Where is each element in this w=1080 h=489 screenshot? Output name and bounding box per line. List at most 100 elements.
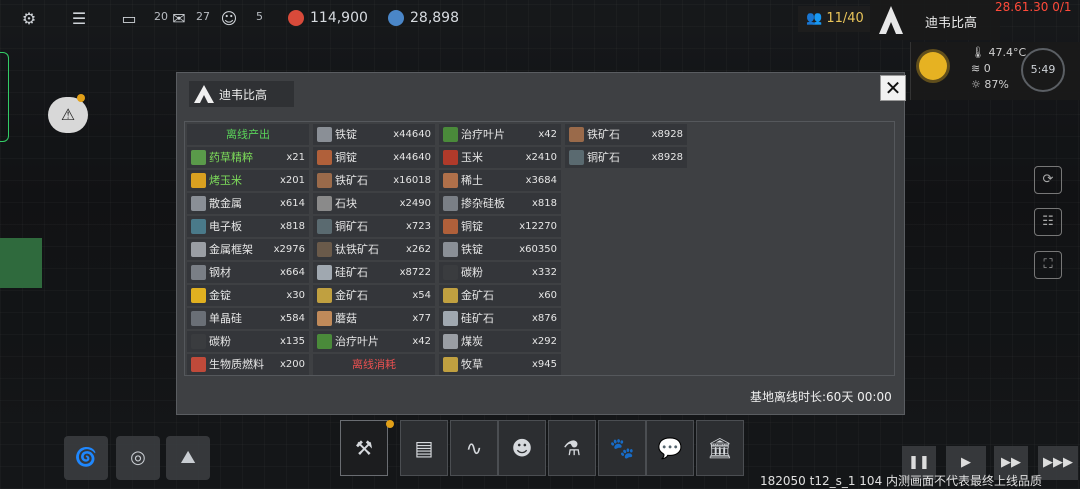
dialog-title: 迪韦比高 [219,88,268,102]
offline-duration: 基地离线时长:60天 00:00 [750,390,892,404]
bank-icon[interactable]: 🏛 [696,420,744,476]
item-row: 铁锭 x60350 [439,239,561,260]
item-row: 掺杂硅板 x818 [439,193,561,214]
item-name: 硅矿石 [335,266,368,279]
item-count: x16018 [393,175,431,186]
item-row: 散金属 x614 [187,193,309,214]
scrap-metal-icon [191,196,206,211]
warning-icon[interactable]: ⚠ [48,97,88,133]
chat-icon[interactable]: ☰ [68,8,90,30]
carbon-powder-icon [191,334,206,349]
person-icon[interactable]: ☺ [218,8,240,30]
roasted-corn-icon [191,173,206,188]
base-logo-icon [194,85,214,103]
offline-items-grid: 离线产出 药草精粹 x21 烤玉米 x201 散金属 x614 电子板 x818 金属框架 x297… [184,121,895,376]
blueprint-icon[interactable]: ▤ [400,420,448,476]
item-name: 铁矿石 [335,174,368,187]
item-count: x42 [538,129,557,140]
item-row: 硅矿石 x876 [439,308,561,329]
item-count: x2410 [525,152,557,163]
speech-icon[interactable]: 💬 [646,420,694,476]
close-button[interactable]: ✕ [880,75,906,101]
item-row: 铁矿石 x8928 [565,124,687,145]
message-icon[interactable]: ▭ [118,8,140,30]
item-row: 铜锭 x44640 [313,147,435,168]
item-row: 治疗叶片 x42 [313,331,435,352]
target-icon[interactable]: ◎ [116,436,160,480]
audio-wave-icon[interactable]: ∿ [450,420,498,476]
rare-earth-icon [443,173,458,188]
mail-count: 20 [154,10,168,23]
base-name: 迪韦比高 [925,16,978,31]
population-counter[interactable]: 👥 11/40 [798,6,872,32]
item-count: x44640 [393,129,431,140]
item-count: x200 [279,359,305,370]
wind-readout: ≋ 0 [971,62,991,75]
item-name: 铜矿石 [335,220,368,233]
build-hammer-icon[interactable]: ⚒ [340,420,388,476]
copper-ore-icon [317,219,332,234]
item-name: 石块 [335,197,357,210]
item-name: 电子板 [209,220,242,233]
item-name: 金矿石 [461,289,494,302]
flask-icon[interactable]: ⚗ [548,420,596,476]
rotate-icon[interactable]: ⟳ [1034,166,1062,194]
water-resource-value: 28,898 [410,10,459,26]
people-icon: 👥 [806,11,823,26]
gear-icon[interactable]: ⚙ [18,8,40,30]
item-name: 单晶硅 [209,312,242,325]
base-name-panel[interactable]: 迪韦比高 [870,0,1000,40]
clipboard-icon[interactable]: ☷ [1034,208,1062,236]
item-row: 金矿石 x60 [439,285,561,306]
item-count: x664 [279,267,305,278]
mountain-icon[interactable]: ⛰ [166,436,210,480]
people-icon[interactable]: ☻ [498,420,546,476]
doped-silicon-icon [443,196,458,211]
item-row: 钢材 x664 [187,262,309,283]
herb-essence-icon [191,150,206,165]
iron-ore-icon [317,173,332,188]
ilmenite-ore-icon [317,242,332,257]
corn-icon [443,150,458,165]
item-row: 玉米 x2410 [439,147,561,168]
forage-grass-icon [443,357,458,372]
weather-panel[interactable]: 🌡 47.4°C ≋ 0 ☼ 87% 5:49 [910,42,1080,100]
item-row: 铁锭 x44640 [313,124,435,145]
item-row: 铜矿石 x723 [313,216,435,237]
item-count: x818 [531,198,557,209]
food-resource-value: 114,900 [310,10,368,26]
item-row: 蘑菇 x77 [313,308,435,329]
galaxy-icon[interactable]: 🌀 [64,436,108,480]
item-count: x8928 [651,152,683,163]
resource-water: 28,898 [388,10,459,26]
green-floor-tile [0,238,42,288]
gold-ore-icon [443,288,458,303]
base-logo-icon [879,6,903,34]
item-name: 铁锭 [461,243,483,256]
item-row: 牧草 x945 [439,354,561,375]
mail-icon[interactable]: ✉ [168,8,190,30]
fastest-forward-button[interactable]: ▶▶▶ [1038,446,1078,480]
gold-ingot-icon [191,288,206,303]
item-count: x54 [412,290,431,301]
item-count: x292 [531,336,557,347]
wind-value: 0 [983,62,991,75]
item-name: 烤玉米 [209,174,242,187]
cat-icon[interactable]: 🐾 [598,420,646,476]
population-value: 11/40 [826,11,864,26]
item-count: x3684 [525,175,557,186]
silicon-ore-icon [317,265,332,280]
gold-ore-icon [317,288,332,303]
left-side-panel-tab[interactable] [0,52,9,142]
item-row: 硅矿石 x8722 [313,262,435,283]
light-value: 87% [984,78,1009,91]
item-name: 煤炭 [461,335,483,348]
item-name: 铜矿石 [587,151,620,164]
item-count: x60 [538,290,557,301]
scan-icon[interactable]: ⛶ [1034,251,1062,279]
item-row: 烤玉米 x201 [187,170,309,191]
day-time-dial: 5:49 [1021,48,1065,92]
item-row: 石块 x2490 [313,193,435,214]
item-row: 治疗叶片 x42 [439,124,561,145]
circuit-board-icon [191,219,206,234]
